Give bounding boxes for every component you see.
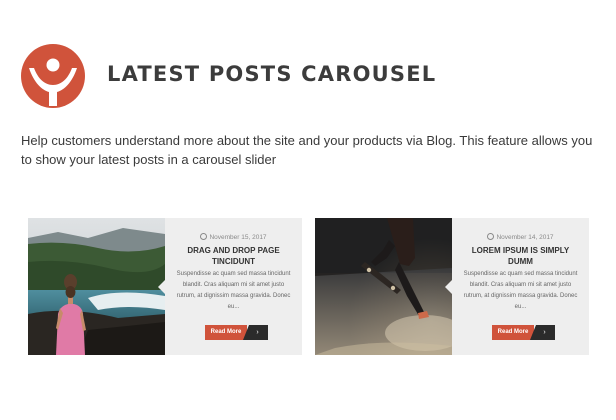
clock-icon: [487, 233, 495, 240]
post-thumbnail-coast-image[interactable]: [28, 218, 165, 355]
post-content: November 15, 2017 DRAG AND DROP PAGE TIN…: [165, 218, 302, 355]
post-date: November 14, 2017: [452, 233, 589, 241]
post-excerpt: Suspendisse ac quam sed massa tincidunt …: [176, 271, 291, 310]
read-more-label: Read More: [492, 325, 534, 340]
post-card: November 15, 2017 DRAG AND DROP PAGE TIN…: [28, 218, 302, 355]
post-date-text: November 14, 2017: [496, 234, 554, 241]
feature-description: Help customers understand more about the…: [21, 133, 593, 167]
brand-logo-icon: [21, 44, 85, 108]
post-date-text: November 15, 2017: [209, 234, 267, 241]
post-thumbnail-skateboard-image[interactable]: [315, 218, 452, 355]
post-date: November 15, 2017: [165, 233, 302, 241]
card-pointer: [158, 280, 165, 294]
read-more-button[interactable]: Read More ›: [205, 325, 268, 340]
clock-icon: [200, 233, 208, 240]
card-pointer: [445, 280, 452, 294]
post-title-link[interactable]: DRAG AND DROP PAGE TINCIDUNT: [173, 245, 294, 267]
post-content: November 14, 2017 LOREM IPSUM IS SIMPLY …: [452, 218, 589, 355]
post-excerpt: Suspendisse ac quam sed massa tincidunt …: [463, 271, 578, 310]
post-card: November 14, 2017 LOREM IPSUM IS SIMPLY …: [315, 218, 589, 355]
read-more-label: Read More: [205, 325, 247, 340]
post-title-link[interactable]: LOREM IPSUM IS SIMPLY DUMM: [460, 245, 581, 267]
page-title: LATEST POSTS CAROUSEL: [107, 62, 437, 86]
read-more-button[interactable]: Read More ›: [492, 325, 555, 340]
